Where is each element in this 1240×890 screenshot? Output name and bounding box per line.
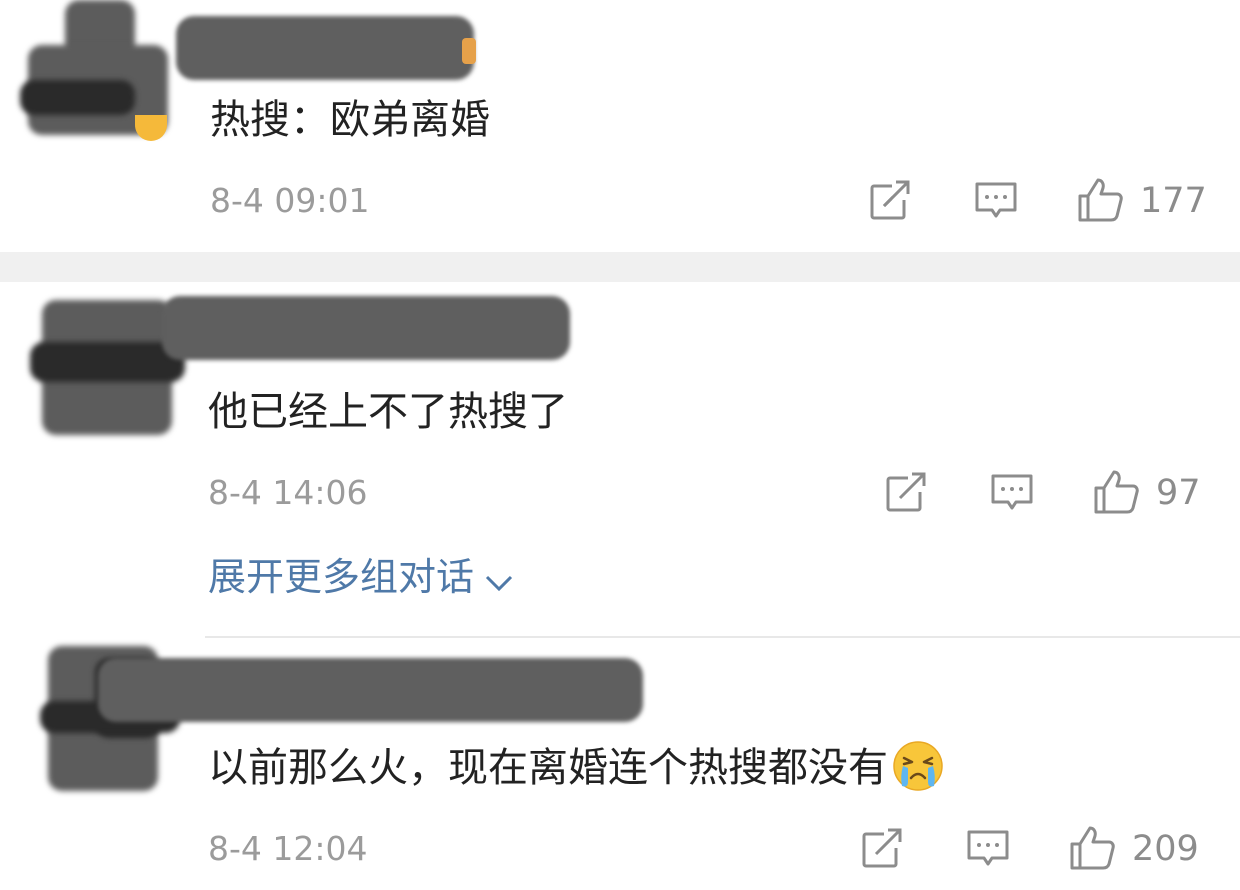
comment-icon[interactable]: [990, 470, 1034, 514]
chevron-down-icon: [484, 561, 514, 599]
share-icon[interactable]: [868, 178, 912, 222]
crying-face-icon: [892, 740, 944, 792]
comment-time: 8-4 12:04: [208, 829, 368, 868]
share-icon[interactable]: [884, 470, 928, 514]
avatar[interactable]: [30, 300, 185, 440]
like-count: 97: [1156, 473, 1201, 513]
comment-time: 8-4 09:01: [210, 181, 370, 220]
comment-text: 以前那么火，现在离婚连个热搜都没有: [208, 741, 944, 796]
like-count: 177: [1140, 181, 1207, 221]
username-redacted[interactable]: [162, 296, 570, 360]
comment-item: 热搜：欧弟离婚 8-4 09:01 177: [0, 0, 1240, 252]
comment-item: 他已经上不了热搜了 8-4 14:06 97 展开更多组对话: [0, 282, 1240, 636]
comment-text: 热搜：欧弟离婚: [210, 97, 490, 143]
comment-icon[interactable]: [966, 826, 1010, 870]
username-redacted[interactable]: [176, 16, 474, 80]
share-icon[interactable]: [860, 826, 904, 870]
comment-item: 以前那么火，现在离婚连个热搜都没有 8-4 12:04 209: [0, 638, 1240, 890]
comment-icon[interactable]: [974, 178, 1018, 222]
thumbs-up-icon[interactable]: [1092, 468, 1140, 516]
comment-time: 8-4 14:06: [208, 473, 368, 512]
badge-icon: [462, 38, 476, 64]
thumbs-up-icon[interactable]: [1068, 824, 1116, 872]
like-count: 209: [1132, 829, 1199, 869]
thumbs-up-icon[interactable]: [1076, 176, 1124, 224]
comment-text-content: 以前那么火，现在离婚连个热搜都没有: [208, 745, 888, 791]
expand-thread-label: 展开更多组对话: [208, 555, 475, 599]
username-redacted[interactable]: [98, 658, 643, 722]
section-divider: [0, 252, 1240, 282]
expand-thread-link[interactable]: 展开更多组对话: [208, 558, 514, 599]
comment-text: 他已经上不了热搜了: [208, 389, 568, 435]
avatar[interactable]: [20, 0, 170, 141]
